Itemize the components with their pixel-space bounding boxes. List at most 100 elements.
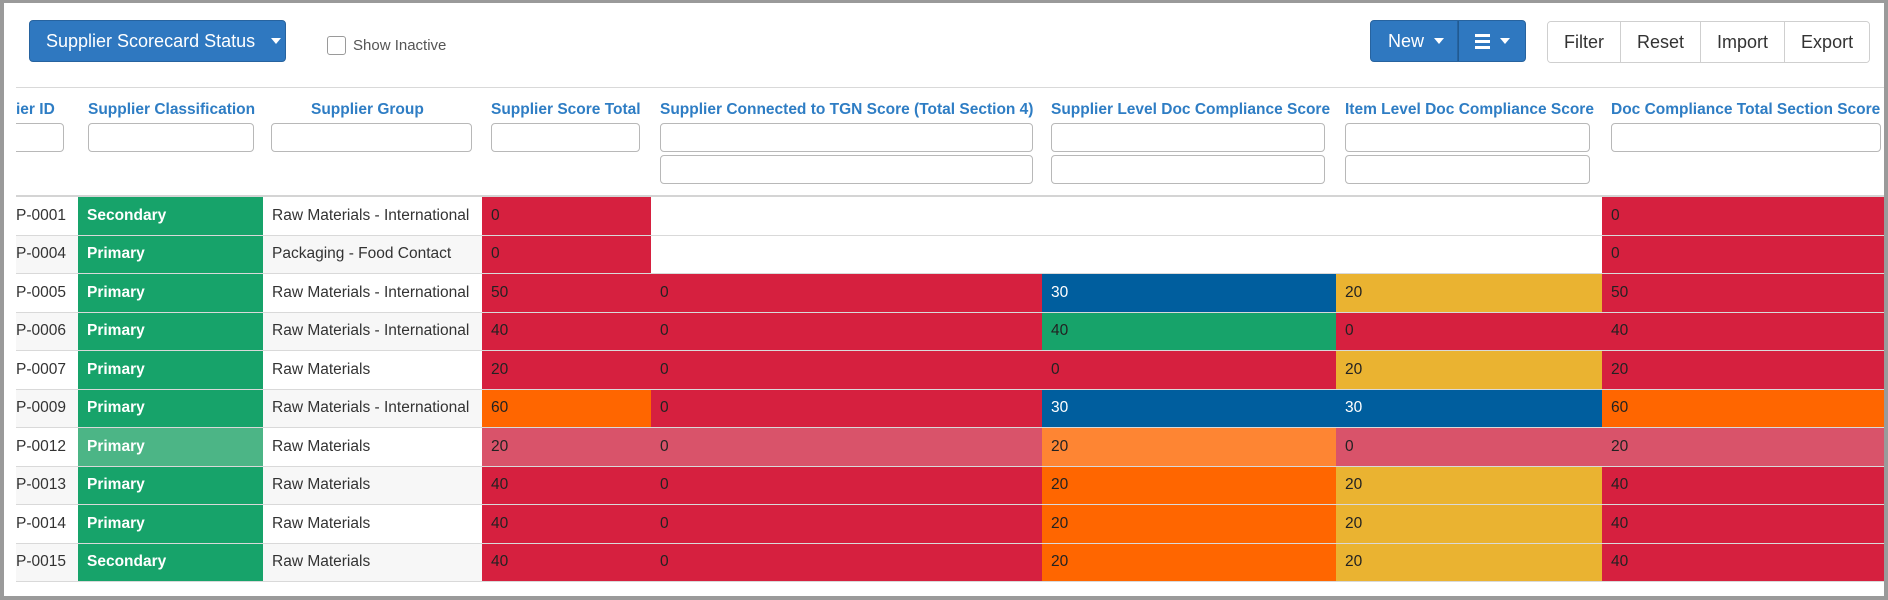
cell-supplier-doc-score[interactable]: 30 xyxy=(1042,389,1336,427)
cell-supplier-group[interactable]: Raw Materials xyxy=(263,505,482,543)
cell-doc-total-score[interactable]: 0 xyxy=(1602,235,1884,273)
table-row[interactable]: P-0001 Secondary Raw Materials - Internati… xyxy=(16,197,1884,236)
cell-doc-total-score[interactable]: 0 xyxy=(1602,197,1884,235)
cell-item-doc-score[interactable]: 0 xyxy=(1336,428,1602,466)
cell-classification[interactable]: Primary xyxy=(78,466,263,504)
cell-item-doc-score[interactable]: 20 xyxy=(1336,274,1602,312)
filter-input-item-doc-2[interactable] xyxy=(1345,155,1590,184)
col-label-classification[interactable]: Supplier Classification xyxy=(88,101,255,119)
cell-item-doc-score[interactable]: 20 xyxy=(1336,505,1602,543)
cell-score-total[interactable]: 40 xyxy=(482,466,651,504)
cell-tgn-score[interactable]: 0 xyxy=(651,389,1042,427)
cell-supplier-id[interactable]: P-0009 xyxy=(16,390,78,428)
cell-supplier-id[interactable]: P-0001 xyxy=(16,197,78,235)
new-button[interactable]: New xyxy=(1370,20,1458,62)
cell-supplier-group[interactable]: Raw Materials - International xyxy=(263,390,482,428)
cell-supplier-doc-score[interactable]: 20 xyxy=(1042,505,1336,543)
cell-supplier-id[interactable]: P-0005 xyxy=(16,274,78,312)
cell-score-total[interactable]: 20 xyxy=(482,428,651,466)
cell-score-total[interactable]: 20 xyxy=(482,351,651,389)
checkbox-unchecked-icon[interactable] xyxy=(327,36,346,55)
cell-supplier-id[interactable]: P-0004 xyxy=(16,236,78,274)
cell-classification[interactable]: Primary xyxy=(78,428,263,466)
cell-supplier-group[interactable]: Raw Materials xyxy=(263,467,482,505)
reset-button[interactable]: Reset xyxy=(1621,22,1702,62)
cell-tgn-score-empty[interactable] xyxy=(651,235,1042,273)
cell-score-total[interactable]: 0 xyxy=(482,235,651,273)
cell-item-doc-score[interactable]: 30 xyxy=(1336,389,1602,427)
cell-tgn-score[interactable]: 0 xyxy=(651,428,1042,466)
show-inactive-toggle[interactable]: Show Inactive xyxy=(327,36,446,55)
cell-classification[interactable]: Primary xyxy=(78,312,263,350)
cell-supplier-group[interactable]: Raw Materials - International xyxy=(263,313,482,351)
table-row[interactable]: P-0004 Primary Packaging - Food Contact 0 0 xyxy=(16,235,1884,274)
cell-supplier-group[interactable]: Raw Materials xyxy=(263,351,482,389)
cell-item-doc-score-empty[interactable] xyxy=(1336,197,1602,235)
cell-tgn-score[interactable]: 0 xyxy=(651,505,1042,543)
cell-doc-total-score[interactable]: 50 xyxy=(1602,274,1884,312)
cell-doc-total-score[interactable]: 20 xyxy=(1602,428,1884,466)
import-button[interactable]: Import xyxy=(1701,22,1786,62)
cell-doc-total-score[interactable]: 20 xyxy=(1602,351,1884,389)
cell-tgn-score[interactable]: 0 xyxy=(651,312,1042,350)
table-row[interactable]: P-0009 Primary Raw Materials - Internation… xyxy=(16,389,1884,428)
cell-doc-total-score[interactable]: 40 xyxy=(1602,543,1884,581)
cell-supplier-id[interactable]: P-0007 xyxy=(16,351,78,389)
cell-tgn-score[interactable]: 0 xyxy=(651,274,1042,312)
cell-supplier-doc-score[interactable]: 0 xyxy=(1042,351,1336,389)
menu-button[interactable] xyxy=(1458,20,1526,62)
filter-input-classification[interactable] xyxy=(88,123,254,152)
filter-input-supplier-id[interactable] xyxy=(16,123,64,152)
col-label-supplier-id[interactable]: ier ID xyxy=(16,101,55,119)
cell-score-total[interactable]: 40 xyxy=(482,312,651,350)
cell-classification[interactable]: Primary xyxy=(78,351,263,389)
col-label-doc-total[interactable]: Doc Compliance Total Section Score xyxy=(1611,101,1880,119)
cell-supplier-group[interactable]: Raw Materials - International xyxy=(263,274,482,312)
cell-supplier-group[interactable]: Raw Materials - International xyxy=(263,197,482,235)
cell-supplier-id[interactable]: P-0014 xyxy=(16,505,78,543)
cell-classification[interactable]: Secondary xyxy=(78,543,263,581)
cell-supplier-doc-score[interactable]: 20 xyxy=(1042,428,1336,466)
cell-tgn-score[interactable]: 0 xyxy=(651,466,1042,504)
filter-button[interactable]: Filter xyxy=(1548,22,1621,62)
cell-tgn-score-empty[interactable] xyxy=(651,197,1042,235)
cell-supplier-id[interactable]: P-0015 xyxy=(16,544,78,582)
cell-supplier-doc-score[interactable]: 30 xyxy=(1042,274,1336,312)
col-label-score-total[interactable]: Supplier Score Total xyxy=(491,101,641,119)
col-label-tgn-score[interactable]: Supplier Connected to TGN Score (Total S… xyxy=(660,101,1033,119)
table-row[interactable]: P-0014 Primary Raw Materials 40 0 20 20 40 xyxy=(16,505,1884,544)
cell-doc-total-score[interactable]: 40 xyxy=(1602,466,1884,504)
filter-input-supplier-doc-2[interactable] xyxy=(1051,155,1325,184)
cell-tgn-score[interactable]: 0 xyxy=(651,543,1042,581)
cell-supplier-id[interactable]: P-0013 xyxy=(16,467,78,505)
filter-input-tgn-score-2[interactable] xyxy=(660,155,1033,184)
cell-doc-total-score[interactable]: 40 xyxy=(1602,312,1884,350)
cell-score-total[interactable]: 40 xyxy=(482,505,651,543)
cell-item-doc-score[interactable]: 20 xyxy=(1336,351,1602,389)
cell-score-total[interactable]: 60 xyxy=(482,389,651,427)
col-label-group[interactable]: Supplier Group xyxy=(311,101,424,119)
col-label-item-doc[interactable]: Item Level Doc Compliance Score xyxy=(1345,101,1594,119)
cell-score-total[interactable]: 0 xyxy=(482,197,651,235)
table-row[interactable]: P-0013 Primary Raw Materials 40 0 20 20 40 xyxy=(16,466,1884,505)
table-row[interactable]: P-0012 Primary Raw Materials 20 0 20 0 20 xyxy=(16,428,1884,467)
cell-classification[interactable]: Secondary xyxy=(78,197,263,235)
export-button[interactable]: Export xyxy=(1785,22,1870,62)
cell-classification[interactable]: Primary xyxy=(78,389,263,427)
filter-input-doc-total[interactable] xyxy=(1611,123,1881,152)
cell-item-doc-score[interactable]: 20 xyxy=(1336,543,1602,581)
table-row[interactable]: P-0015 Secondary Raw Materials 40 0 20 20 40 xyxy=(16,543,1884,582)
cell-supplier-group[interactable]: Packaging - Food Contact xyxy=(263,236,482,274)
cell-item-doc-score-empty[interactable] xyxy=(1336,235,1602,273)
table-row[interactable]: P-0005 Primary Raw Materials - Internation… xyxy=(16,274,1884,313)
filter-input-supplier-doc[interactable] xyxy=(1051,123,1325,152)
cell-doc-total-score[interactable]: 40 xyxy=(1602,505,1884,543)
cell-classification[interactable]: Primary xyxy=(78,235,263,273)
cell-classification[interactable]: Primary xyxy=(78,274,263,312)
cell-supplier-id[interactable]: P-0006 xyxy=(16,313,78,351)
cell-supplier-group[interactable]: Raw Materials xyxy=(263,428,482,466)
cell-supplier-doc-score[interactable]: 20 xyxy=(1042,543,1336,581)
cell-supplier-doc-score-empty[interactable] xyxy=(1042,197,1336,235)
scorecard-status-dropdown[interactable]: Supplier Scorecard Status xyxy=(29,20,286,62)
cell-item-doc-score[interactable]: 0 xyxy=(1336,312,1602,350)
